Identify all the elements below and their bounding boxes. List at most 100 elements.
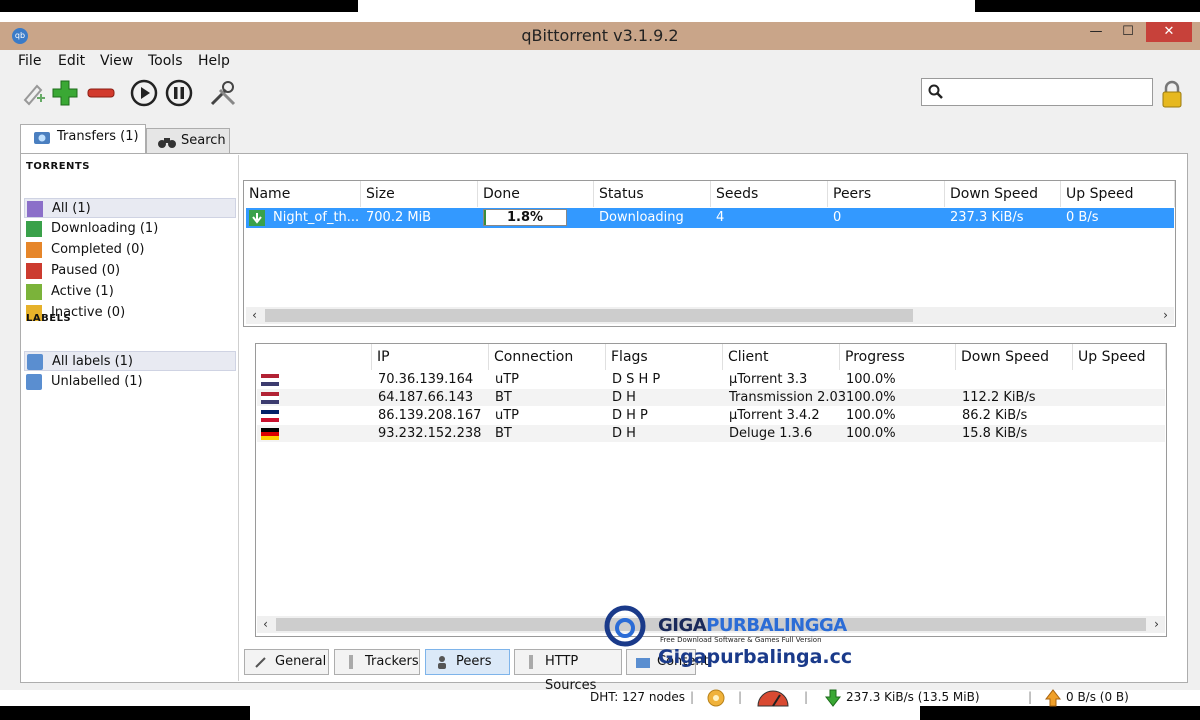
- scroll-thumb[interactable]: [265, 309, 913, 322]
- frame-top-right: [975, 0, 1200, 12]
- menu-bar: File Edit View Tools Help: [0, 50, 1200, 72]
- col-seeds[interactable]: Seeds: [711, 181, 828, 207]
- add-link-icon[interactable]: [17, 78, 47, 108]
- col-size[interactable]: Size: [361, 181, 478, 207]
- col-client[interactable]: Client: [723, 344, 840, 370]
- sidebar-item-torrent-filter[interactable]: All (1): [24, 198, 236, 218]
- torrent-progress-bar: 1.8%: [483, 209, 567, 226]
- close-button[interactable]: ✕: [1146, 22, 1192, 42]
- scroll-right-icon[interactable]: ›: [1157, 307, 1174, 324]
- peer-client: Transmission 2.03: [729, 390, 847, 405]
- tab-general[interactable]: General: [244, 649, 329, 675]
- filter-icon: [26, 221, 42, 237]
- col-done[interactable]: Done: [478, 181, 594, 207]
- tab-trackers[interactable]: Trackers: [334, 649, 420, 675]
- peer-progress: 100.0%: [846, 372, 896, 387]
- options-icon[interactable]: [208, 78, 238, 108]
- status-separator: |: [690, 690, 695, 704]
- peer-conn: BT: [495, 390, 512, 405]
- status-bar: DHT: 127 nodes | | | 237.3 KiB/s (13.5 M…: [0, 685, 1200, 711]
- sidebar-item-label-filter[interactable]: All labels (1): [24, 351, 236, 371]
- resume-icon[interactable]: [129, 78, 159, 108]
- torrents-section-title: Torrents: [26, 161, 90, 172]
- peer-flags: D H: [612, 426, 636, 441]
- col-down-speed[interactable]: Down Speed: [945, 181, 1061, 207]
- peer-scroll-right-icon[interactable]: ›: [1148, 616, 1165, 633]
- search-input[interactable]: [921, 78, 1153, 106]
- col-progress[interactable]: Progress: [840, 344, 956, 370]
- peer-row[interactable]: 93.232.152.238 BT D H Deluge 1.3.6 100.0% 15.…: [257, 425, 1165, 442]
- filter-icon: [26, 284, 42, 300]
- sidebar-item-torrent-filter[interactable]: Downloading (1): [24, 219, 236, 239]
- col-ip[interactable]: IP: [372, 344, 489, 370]
- download-arrow-icon[interactable]: [824, 689, 842, 707]
- col-flags[interactable]: Flags: [606, 344, 723, 370]
- torrent-hscrollbar[interactable]: ‹ ›: [246, 307, 1174, 324]
- torrent-name: Night_of_th...: [273, 210, 360, 225]
- col-status[interactable]: Status: [594, 181, 711, 207]
- trackers-icon: [349, 655, 353, 669]
- col-peer-up-speed[interactable]: Up Speed: [1073, 344, 1166, 370]
- delete-icon[interactable]: [86, 78, 116, 108]
- peer-down: 15.8 KiB/s: [962, 426, 1028, 441]
- col-peers[interactable]: Peers: [828, 181, 945, 207]
- peer-ip: 86.139.208.167: [378, 408, 482, 423]
- menu-view[interactable]: View: [100, 53, 133, 69]
- sidebar-item-label: Active (1): [51, 284, 114, 299]
- peer-ip: 64.187.66.143: [378, 390, 474, 405]
- brand-tagline: Free Download Software & Games Full Vers…: [660, 636, 822, 644]
- tab-transfers[interactable]: Transfers (1): [20, 124, 146, 154]
- upload-arrow-icon[interactable]: [1044, 689, 1062, 707]
- peer-conn: uTP: [495, 372, 520, 387]
- dht-status: DHT: 127 nodes: [590, 690, 686, 704]
- scroll-left-icon[interactable]: ‹: [246, 307, 263, 324]
- col-up-speed[interactable]: Up Speed: [1061, 181, 1175, 207]
- peer-up: [1076, 371, 1079, 388]
- minimize-button[interactable]: —: [1082, 22, 1110, 42]
- menu-help[interactable]: Help: [198, 53, 230, 69]
- peer-scroll-left-icon[interactable]: ‹: [257, 616, 274, 633]
- col-peer-down-speed[interactable]: Down Speed: [956, 344, 1073, 370]
- peer-up: [1076, 425, 1079, 442]
- peer-row[interactable]: 64.187.66.143 BT D H Transmission 2.03 100.0…: [257, 389, 1165, 406]
- torrent-row[interactable]: Night_of_th... 700.2 MiB 1.8% Downloadin…: [246, 208, 1174, 228]
- http-sources-icon: [529, 655, 533, 669]
- peer-row[interactable]: 70.36.139.164 uTP D S H P µTorrent 3.3 100.0…: [257, 371, 1165, 388]
- col-flag[interactable]: [256, 344, 372, 370]
- pause-icon[interactable]: [164, 78, 194, 108]
- torrent-size: 700.2 MiB: [366, 210, 432, 225]
- uk-flag-icon: [261, 410, 279, 422]
- peer-progress: 100.0%: [846, 408, 896, 423]
- sidebar-item-torrent-filter[interactable]: Active (1): [24, 282, 236, 302]
- progress-fill: [484, 210, 486, 225]
- filter-icon: [27, 201, 43, 217]
- col-name[interactable]: Name: [244, 181, 361, 207]
- menu-file[interactable]: File: [18, 53, 41, 69]
- peer-progress: 100.0%: [846, 390, 896, 405]
- sidebar-item-label-filter[interactable]: Unlabelled (1): [24, 372, 236, 392]
- sidebar-item-torrent-filter[interactable]: Paused (0): [24, 261, 236, 281]
- tab-general-label: General: [275, 654, 327, 669]
- maximize-button[interactable]: ☐: [1114, 22, 1142, 42]
- torrent-status: Downloading: [599, 210, 684, 225]
- lock-icon[interactable]: [1162, 80, 1182, 108]
- peer-ip: 70.36.139.164: [378, 372, 474, 387]
- speed-limit-icon[interactable]: [756, 689, 790, 707]
- menu-tools[interactable]: Tools: [148, 53, 183, 69]
- peer-row[interactable]: 86.139.208.167 uTP D H P µTorrent 3.4.2 100.…: [257, 407, 1165, 424]
- folder-icon: [27, 354, 43, 370]
- peer-client: µTorrent 3.4.2: [729, 408, 820, 423]
- peer-ip: 93.232.152.238: [378, 426, 482, 441]
- general-icon: [255, 657, 266, 668]
- menu-edit[interactable]: Edit: [58, 53, 85, 69]
- add-torrent-icon[interactable]: [50, 78, 80, 108]
- tab-peers[interactable]: Peers: [425, 649, 510, 675]
- peer-conn: uTP: [495, 408, 520, 423]
- col-connection[interactable]: Connection: [489, 344, 606, 370]
- sidebar-item-label: All (1): [52, 201, 91, 216]
- peer-flags: D S H P: [612, 372, 661, 387]
- connection-status-icon[interactable]: [706, 688, 726, 708]
- tab-search[interactable]: Search: [146, 128, 230, 154]
- sidebar-item-label: Downloading (1): [51, 221, 159, 236]
- sidebar-item-torrent-filter[interactable]: Completed (0): [24, 240, 236, 260]
